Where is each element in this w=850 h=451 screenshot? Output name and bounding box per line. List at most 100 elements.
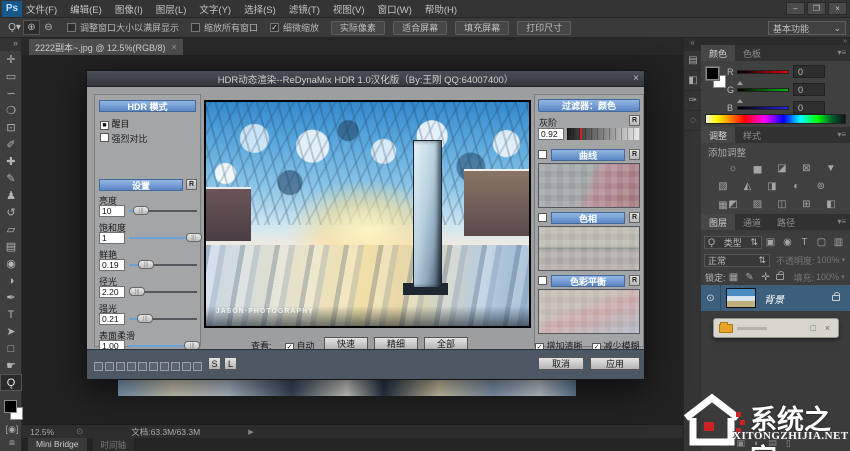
- exposure-adjustment-icon[interactable]: ⊠: [798, 162, 814, 176]
- tool-quick-select[interactable]: ❍: [0, 102, 22, 119]
- tab-swatches[interactable]: 色板: [735, 45, 769, 61]
- floating-mini-window[interactable]: □ ×: [713, 318, 839, 338]
- cancel-button[interactable]: 取消: [538, 357, 584, 370]
- checkbox-icon[interactable]: [67, 23, 76, 32]
- tool-move[interactable]: ✛: [0, 51, 22, 68]
- tab-channels[interactable]: 通道: [735, 214, 769, 230]
- saturation-slider[interactable]: |||: [129, 232, 197, 244]
- restore-icon[interactable]: ❐: [807, 2, 826, 15]
- minimize-icon[interactable]: –: [786, 2, 805, 15]
- option-resize-windows[interactable]: 调整窗口大小以满屏显示: [67, 21, 179, 34]
- hue-checkbox[interactable]: [538, 213, 547, 222]
- apply-button[interactable]: 应用: [590, 357, 640, 370]
- brightness-slider[interactable]: |||: [129, 205, 197, 217]
- history-panel-icon[interactable]: ▤: [684, 51, 702, 71]
- photo-filter-adjustment-icon[interactable]: ◐: [788, 180, 804, 194]
- zoom-out-icon[interactable]: ⊖: [40, 20, 57, 35]
- menu-image[interactable]: 图像(I): [115, 2, 143, 16]
- document-image-edge[interactable]: [118, 380, 576, 396]
- tab-paths[interactable]: 路径: [769, 214, 803, 230]
- menu-select[interactable]: 选择(S): [244, 2, 276, 16]
- print-size-button[interactable]: 打印尺寸: [517, 21, 571, 35]
- filter-shape-layers-icon[interactable]: ▢: [815, 235, 828, 249]
- lock-all-icon[interactable]: [776, 274, 784, 280]
- curves-checkbox[interactable]: [538, 150, 547, 159]
- popup-close-icon[interactable]: ×: [825, 323, 830, 333]
- strong-light-value-field[interactable]: 0.21: [99, 313, 125, 325]
- red-value-field[interactable]: 0: [793, 65, 825, 78]
- opacity-value[interactable]: 100%: [817, 255, 840, 265]
- filter-type-layers-icon[interactable]: T: [798, 235, 811, 249]
- collapse-panel-icon[interactable]: »: [0, 38, 21, 51]
- layer-filter-dropdown[interactable]: Ǫ 类型 ⇅: [704, 236, 762, 249]
- tab-close-icon[interactable]: ×: [171, 42, 176, 52]
- tool-crop[interactable]: ⊡: [0, 119, 22, 136]
- red-slider[interactable]: [737, 70, 789, 74]
- vividness-slider[interactable]: |||: [129, 259, 197, 271]
- invert-adjustment-icon[interactable]: ◩: [725, 198, 741, 212]
- saturation-value-field[interactable]: 1: [99, 232, 125, 244]
- posterize-adjustment-icon[interactable]: ▨: [749, 198, 765, 212]
- layer-visibility-eye-icon[interactable]: ⊙: [701, 285, 721, 311]
- tool-blur[interactable]: ◉: [0, 255, 22, 272]
- filter-pixel-layers-icon[interactable]: ▣: [764, 235, 777, 249]
- dialog-titlebar[interactable]: HDR动态渲染--ReDynaMix HDR 1.0汉化版（By:王刚 QQ:6…: [87, 71, 644, 87]
- grayscale-gradient-slider[interactable]: [567, 128, 640, 140]
- curves-thumbnail[interactable]: [538, 163, 640, 208]
- tab-mini-bridge[interactable]: Mini Bridge: [28, 438, 87, 451]
- fill-screen-button[interactable]: 填充屏幕: [455, 21, 509, 35]
- tool-hand[interactable]: ☛: [0, 357, 22, 374]
- curves-adjustment-icon[interactable]: ◪: [774, 162, 790, 176]
- selective-color-adjustment-icon[interactable]: ⊞: [798, 198, 814, 212]
- layer-row-background[interactable]: ⊙ 背景: [701, 285, 850, 311]
- collapse-dock-icon[interactable]: »: [701, 38, 850, 45]
- tool-healing-brush[interactable]: ✚: [0, 153, 22, 170]
- tool-lasso[interactable]: ∽: [0, 85, 22, 102]
- preset-slots[interactable]: [94, 358, 204, 376]
- checkbox-icon[interactable]: ✓: [270, 23, 279, 32]
- green-value-field[interactable]: 0: [793, 83, 825, 96]
- blue-slider[interactable]: [737, 106, 789, 110]
- tool-marquee[interactable]: ▭: [0, 68, 22, 85]
- threshold-adjustment-icon[interactable]: ◫: [774, 198, 790, 212]
- panel-menu-icon[interactable]: ▾≡: [837, 217, 846, 226]
- lock-pixels-icon[interactable]: ✎: [744, 270, 756, 284]
- zoom-level-field[interactable]: 12.5%: [30, 427, 54, 437]
- gradient-map-adjustment-icon[interactable]: ◧: [823, 198, 839, 212]
- brightness-adjustment-icon[interactable]: ☼: [725, 162, 741, 176]
- lock-position-icon[interactable]: ✛: [760, 270, 772, 284]
- grayscale-value-field[interactable]: 0.92: [538, 128, 564, 140]
- hue-reset-button[interactable]: R: [629, 212, 640, 223]
- tab-color[interactable]: 颜色: [701, 45, 735, 61]
- screen-mode-icon[interactable]: ⧈: [2, 437, 22, 448]
- tool-gradient[interactable]: ▤: [0, 238, 22, 255]
- foreground-color-swatch[interactable]: [4, 400, 17, 413]
- color-balance-checkbox[interactable]: [538, 276, 547, 285]
- status-arrow-icon[interactable]: ▶: [248, 428, 253, 436]
- popup-maximize-icon[interactable]: □: [811, 323, 816, 333]
- settings-reset-button[interactable]: R: [186, 179, 197, 190]
- brightness-value-field[interactable]: 10: [99, 205, 125, 217]
- fit-screen-button[interactable]: 适合屏幕: [393, 21, 447, 35]
- layer-name[interactable]: 背景: [764, 291, 784, 306]
- lock-transparency-icon[interactable]: ▦: [728, 270, 740, 284]
- hue-thumbnail[interactable]: [538, 226, 640, 271]
- tool-shape[interactable]: □: [0, 340, 22, 357]
- tool-pen[interactable]: ✒: [0, 289, 22, 306]
- mode-option-strong-contrast[interactable]: 强烈对比: [100, 132, 148, 145]
- strong-light-slider[interactable]: |||: [129, 313, 197, 325]
- zoom-tool-icon[interactable]: Ǫ▾: [6, 20, 23, 35]
- checkbox-icon[interactable]: ■: [100, 121, 109, 130]
- workspace-switcher[interactable]: 基本功能 ⌄: [768, 21, 846, 35]
- menu-filter[interactable]: 滤镜(T): [289, 2, 320, 16]
- tool-eraser[interactable]: ▱: [0, 221, 22, 238]
- hue-sat-adjustment-icon[interactable]: ▧: [715, 180, 731, 194]
- tool-type[interactable]: T: [0, 306, 22, 323]
- tool-zoom[interactable]: Ǫ: [0, 374, 22, 391]
- actual-pixels-button[interactable]: 实际像素: [331, 21, 385, 35]
- radiance-slider[interactable]: |||: [129, 286, 197, 298]
- panel-menu-icon[interactable]: ▾≡: [837, 130, 846, 139]
- color-balance-reset-button[interactable]: R: [629, 275, 640, 286]
- clone-source-panel-icon[interactable]: ◌: [684, 111, 702, 131]
- panel-menu-icon[interactable]: ▾≡: [837, 48, 846, 57]
